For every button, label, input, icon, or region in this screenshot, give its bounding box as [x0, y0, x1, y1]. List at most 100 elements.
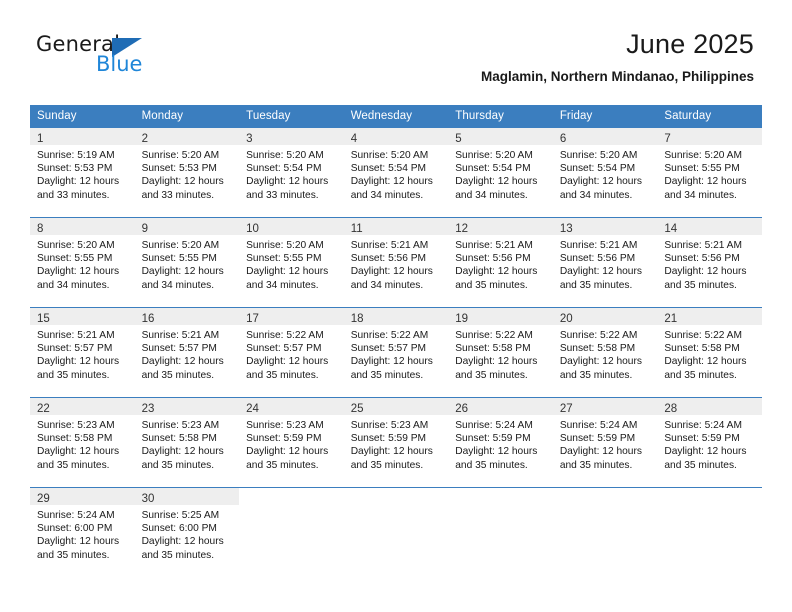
daylight-text-line2: and 34 minutes.	[559, 189, 633, 201]
daylight-text-line2: and 35 minutes.	[664, 369, 737, 381]
day-cell[interactable]: 27 Sunrise: 5:24 AM Sunset: 5:59 PM Dayl…	[552, 397, 658, 487]
day-cell[interactable]: 15 Sunrise: 5:21 AM Sunset: 5:57 PM Dayl…	[30, 307, 135, 397]
calendar-cell[interactable]: 25 Sunrise: 5:23 AM Sunset: 5:59 PM Dayl…	[343, 397, 449, 487]
day-cell[interactable]: 20 Sunrise: 5:22 AM Sunset: 5:58 PM Dayl…	[552, 307, 658, 397]
day-number-band: 3	[239, 128, 344, 145]
day-cell[interactable]: 18 Sunrise: 5:22 AM Sunset: 5:57 PM Dayl…	[343, 307, 449, 397]
day-cell[interactable]: 14 Sunrise: 5:21 AM Sunset: 5:56 PM Dayl…	[657, 217, 762, 307]
daylight-text-line2: and 34 minutes.	[664, 189, 737, 201]
day-cell[interactable]: 2 Sunrise: 5:20 AM Sunset: 5:53 PM Dayli…	[134, 127, 240, 217]
calendar-cell[interactable]: 3 Sunrise: 5:20 AM Sunset: 5:54 PM Dayli…	[239, 127, 344, 217]
calendar-cell[interactable]: 17 Sunrise: 5:22 AM Sunset: 5:57 PM Dayl…	[239, 307, 344, 397]
calendar-cell[interactable]: 2 Sunrise: 5:20 AM Sunset: 5:53 PM Dayli…	[134, 127, 240, 217]
day-info: Sunrise: 5:20 AM Sunset: 5:54 PM Dayligh…	[344, 145, 449, 202]
day-info: Sunrise: 5:23 AM Sunset: 5:59 PM Dayligh…	[239, 415, 344, 472]
day-cell[interactable]: 26 Sunrise: 5:24 AM Sunset: 5:59 PM Dayl…	[448, 397, 553, 487]
calendar-cell[interactable]: 7 Sunrise: 5:20 AM Sunset: 5:55 PM Dayli…	[657, 127, 762, 217]
calendar-cell[interactable]: 6 Sunrise: 5:20 AM Sunset: 5:54 PM Dayli…	[552, 127, 658, 217]
calendar-cell[interactable]: 23 Sunrise: 5:23 AM Sunset: 5:58 PM Dayl…	[134, 397, 240, 487]
calendar-cell[interactable]: 15 Sunrise: 5:21 AM Sunset: 5:57 PM Dayl…	[30, 307, 135, 397]
day-cell[interactable]: 12 Sunrise: 5:21 AM Sunset: 5:56 PM Dayl…	[448, 217, 553, 307]
calendar-cell[interactable]: 30 Sunrise: 5:25 AM Sunset: 6:00 PM Dayl…	[134, 487, 240, 577]
day-cell[interactable]: 30 Sunrise: 5:25 AM Sunset: 6:00 PM Dayl…	[134, 487, 240, 577]
day-info: Sunrise: 5:21 AM Sunset: 5:56 PM Dayligh…	[553, 235, 658, 292]
calendar-cell[interactable]: 14 Sunrise: 5:21 AM Sunset: 5:56 PM Dayl…	[657, 217, 762, 307]
sunset-text: Sunset: 5:59 PM	[664, 433, 740, 445]
calendar-cell[interactable]: 20 Sunrise: 5:22 AM Sunset: 5:58 PM Dayl…	[552, 307, 658, 397]
calendar-cell[interactable]: 13 Sunrise: 5:21 AM Sunset: 5:56 PM Dayl…	[552, 217, 658, 307]
daylight-text-line1: Daylight: 12 hours	[455, 446, 538, 458]
day-number-band: 24	[239, 398, 344, 415]
day-cell[interactable]: 25 Sunrise: 5:23 AM Sunset: 5:59 PM Dayl…	[343, 397, 449, 487]
day-cell[interactable]: 4 Sunrise: 5:20 AM Sunset: 5:54 PM Dayli…	[343, 127, 449, 217]
day-cell[interactable]: 19 Sunrise: 5:22 AM Sunset: 5:58 PM Dayl…	[448, 307, 553, 397]
daylight-text-line2: and 35 minutes.	[559, 459, 633, 471]
calendar-cell[interactable]: 24 Sunrise: 5:23 AM Sunset: 5:59 PM Dayl…	[239, 397, 344, 487]
calendar-cell[interactable]: 10 Sunrise: 5:20 AM Sunset: 5:55 PM Dayl…	[239, 217, 344, 307]
day-cell[interactable]: 28 Sunrise: 5:24 AM Sunset: 5:59 PM Dayl…	[657, 397, 762, 487]
day-cell[interactable]: 7 Sunrise: 5:20 AM Sunset: 5:55 PM Dayli…	[657, 127, 762, 217]
daylight-text-line1: Daylight: 12 hours	[37, 176, 120, 188]
day-number-band: 6	[552, 128, 658, 145]
day-cell[interactable]: 24 Sunrise: 5:23 AM Sunset: 5:59 PM Dayl…	[239, 397, 344, 487]
day-cell[interactable]: 16 Sunrise: 5:21 AM Sunset: 5:57 PM Dayl…	[134, 307, 240, 397]
day-info: Sunrise: 5:24 AM Sunset: 5:59 PM Dayligh…	[553, 415, 658, 472]
day-cell[interactable]: 22 Sunrise: 5:23 AM Sunset: 5:58 PM Dayl…	[30, 397, 135, 487]
daylight-text-line2: and 35 minutes.	[37, 369, 110, 381]
calendar-cell[interactable]: 28 Sunrise: 5:24 AM Sunset: 5:59 PM Dayl…	[657, 397, 762, 487]
day-number-band: 21	[657, 308, 762, 325]
day-number: 24	[246, 403, 259, 415]
calendar-cell	[343, 487, 449, 577]
day-info: Sunrise: 5:20 AM Sunset: 5:55 PM Dayligh…	[239, 235, 344, 292]
day-number: 26	[455, 403, 469, 415]
calendar-cell[interactable]: 11 Sunrise: 5:21 AM Sunset: 5:56 PM Dayl…	[343, 217, 449, 307]
calendar-cell[interactable]: 4 Sunrise: 5:20 AM Sunset: 5:54 PM Dayli…	[343, 127, 449, 217]
sunset-text: Sunset: 5:58 PM	[559, 343, 636, 355]
day-cell[interactable]: 9 Sunrise: 5:20 AM Sunset: 5:55 PM Dayli…	[134, 217, 240, 307]
daylight-text-line2: and 35 minutes.	[455, 279, 528, 291]
day-cell[interactable]: 8 Sunrise: 5:20 AM Sunset: 5:55 PM Dayli…	[30, 217, 135, 307]
daylight-text-line2: and 34 minutes.	[141, 279, 215, 291]
day-cell-empty	[552, 487, 658, 577]
calendar-cell[interactable]: 18 Sunrise: 5:22 AM Sunset: 5:57 PM Dayl…	[343, 307, 449, 397]
day-cell[interactable]: 10 Sunrise: 5:20 AM Sunset: 5:55 PM Dayl…	[239, 217, 344, 307]
day-info: Sunrise: 5:21 AM Sunset: 5:57 PM Dayligh…	[135, 325, 240, 382]
day-info: Sunrise: 5:21 AM Sunset: 5:56 PM Dayligh…	[448, 235, 553, 292]
calendar-cell[interactable]: 9 Sunrise: 5:20 AM Sunset: 5:55 PM Dayli…	[134, 217, 240, 307]
calendar-cell[interactable]: 8 Sunrise: 5:20 AM Sunset: 5:55 PM Dayli…	[30, 217, 135, 307]
weekday-header-monday: Monday	[134, 105, 240, 127]
daylight-text-line2: and 35 minutes.	[455, 369, 528, 381]
calendar-cell[interactable]: 16 Sunrise: 5:21 AM Sunset: 5:57 PM Dayl…	[134, 307, 240, 397]
sunrise-text: Sunrise: 5:22 AM	[350, 330, 429, 341]
sunset-text: Sunset: 5:55 PM	[246, 253, 322, 265]
day-cell[interactable]: 5 Sunrise: 5:20 AM Sunset: 5:54 PM Dayli…	[448, 127, 553, 217]
calendar-cell[interactable]: 21 Sunrise: 5:22 AM Sunset: 5:58 PM Dayl…	[657, 307, 762, 397]
calendar-cell[interactable]: 19 Sunrise: 5:22 AM Sunset: 5:58 PM Dayl…	[448, 307, 553, 397]
calendar-cell[interactable]: 5 Sunrise: 5:20 AM Sunset: 5:54 PM Dayli…	[448, 127, 553, 217]
general-blue-logo[interactable]: General Blue	[36, 32, 186, 80]
calendar-cell[interactable]: 26 Sunrise: 5:24 AM Sunset: 5:59 PM Dayl…	[448, 397, 553, 487]
day-number: 20	[559, 313, 573, 325]
day-cell[interactable]: 1 Sunrise: 5:19 AM Sunset: 5:53 PM Dayli…	[30, 127, 135, 217]
calendar-week-row: 29 Sunrise: 5:24 AM Sunset: 6:00 PM Dayl…	[30, 487, 762, 577]
day-cell[interactable]: 13 Sunrise: 5:21 AM Sunset: 5:56 PM Dayl…	[552, 217, 658, 307]
day-cell[interactable]: 29 Sunrise: 5:24 AM Sunset: 6:00 PM Dayl…	[30, 487, 135, 577]
sunrise-text: Sunrise: 5:22 AM	[559, 330, 638, 341]
sunrise-text: Sunrise: 5:25 AM	[141, 510, 220, 521]
day-cell[interactable]: 11 Sunrise: 5:21 AM Sunset: 5:56 PM Dayl…	[343, 217, 449, 307]
day-info: Sunrise: 5:21 AM Sunset: 5:56 PM Dayligh…	[344, 235, 449, 292]
daylight-text-line1: Daylight: 12 hours	[559, 266, 642, 278]
day-cell[interactable]: 21 Sunrise: 5:22 AM Sunset: 5:58 PM Dayl…	[657, 307, 762, 397]
day-number: 4	[350, 133, 358, 145]
calendar-cell[interactable]: 22 Sunrise: 5:23 AM Sunset: 5:58 PM Dayl…	[30, 397, 135, 487]
daylight-text-line2: and 34 minutes.	[246, 279, 319, 291]
calendar-cell[interactable]: 29 Sunrise: 5:24 AM Sunset: 6:00 PM Dayl…	[30, 487, 135, 577]
day-cell[interactable]: 3 Sunrise: 5:20 AM Sunset: 5:54 PM Dayli…	[239, 127, 344, 217]
day-cell[interactable]: 23 Sunrise: 5:23 AM Sunset: 5:58 PM Dayl…	[134, 397, 240, 487]
calendar-cell[interactable]: 1 Sunrise: 5:19 AM Sunset: 5:53 PM Dayli…	[30, 127, 135, 217]
day-cell[interactable]: 17 Sunrise: 5:22 AM Sunset: 5:57 PM Dayl…	[239, 307, 344, 397]
sunset-text: Sunset: 5:55 PM	[37, 253, 113, 265]
calendar-cell[interactable]: 27 Sunrise: 5:24 AM Sunset: 5:59 PM Dayl…	[552, 397, 658, 487]
day-cell[interactable]: 6 Sunrise: 5:20 AM Sunset: 5:54 PM Dayli…	[552, 127, 658, 217]
calendar-cell[interactable]: 12 Sunrise: 5:21 AM Sunset: 5:56 PM Dayl…	[448, 217, 553, 307]
